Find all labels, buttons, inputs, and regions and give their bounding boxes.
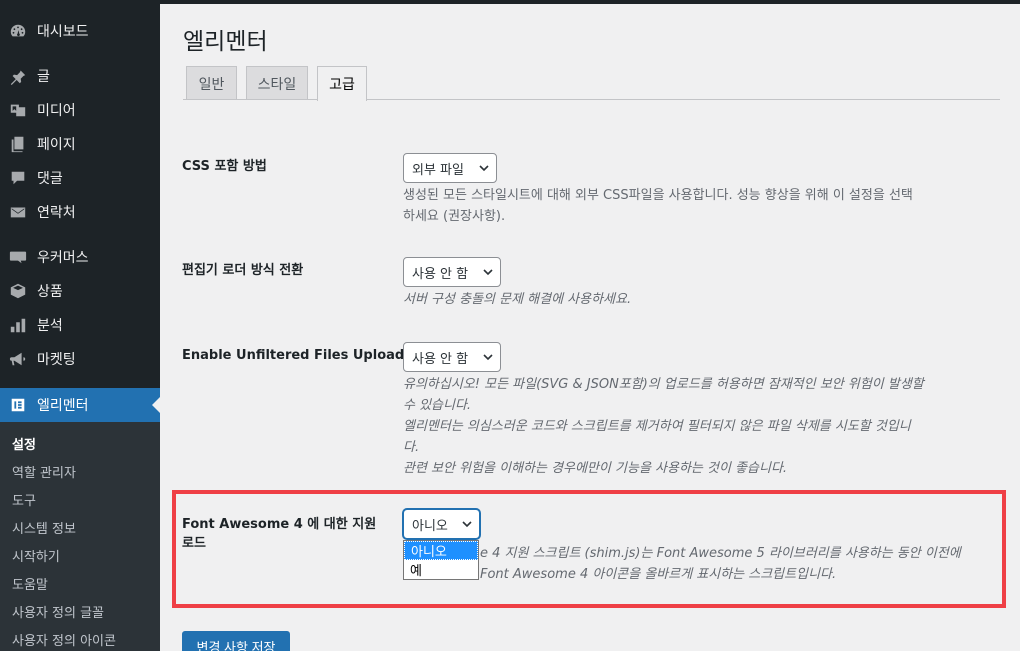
select-value: 아니오 <box>412 518 448 534</box>
sidebar-item-marketing[interactable]: 마켓팅 <box>0 342 160 376</box>
tab-divider <box>183 99 1000 100</box>
comment-icon <box>8 168 28 188</box>
mail-icon <box>8 202 28 222</box>
tab-style[interactable]: 스타일 <box>246 66 308 100</box>
chevron-down-icon <box>479 165 489 172</box>
elementor-submenu: 설정 역할 관리자 도구 시스템 정보 시작하기 도움말 사용자 정의 글꼴 사… <box>0 422 160 651</box>
save-changes-button[interactable]: 변경 사항 저장 <box>182 631 290 651</box>
sidebar-item-label: 우커머스 <box>37 250 89 266</box>
sidebar-item-comments[interactable]: 댓글 <box>0 161 160 195</box>
font-awesome-4-label: Font Awesome 4 에 대한 지원 로드 <box>182 517 377 551</box>
font-awesome-4-dropdown: 아니오 예 <box>403 540 479 580</box>
tab-general[interactable]: 일반 <box>186 66 237 100</box>
editor-loader-select[interactable]: 사용 안 함 <box>403 257 501 287</box>
dropdown-option-no[interactable]: 아니오 <box>404 541 478 560</box>
sidebar-item-label: 미디어 <box>37 103 76 119</box>
dashboard-icon <box>8 21 28 41</box>
sidebar-item-label: 분석 <box>37 318 63 334</box>
editor-loader-label: 편집기 로더 방식 전환 <box>182 263 304 278</box>
dropdown-option-yes[interactable]: 예 <box>404 560 478 579</box>
css-print-method-label: CSS 포함 방법 <box>182 159 267 174</box>
sidebar-item-label: 페이지 <box>37 137 76 153</box>
sidebar-item-woocommerce[interactable]: 우커머스 <box>0 240 160 274</box>
sidebar-item-products[interactable]: 상품 <box>0 274 160 308</box>
elementor-icon <box>8 395 28 415</box>
sidebar-item-analytics[interactable]: 분석 <box>0 308 160 342</box>
sidebar-item-label: 엘리멘터 <box>37 398 89 414</box>
select-value: 외부 파일 <box>412 162 464 178</box>
sidebar-item-label: 글 <box>37 69 50 85</box>
css-print-method-select[interactable]: 외부 파일 <box>403 153 497 183</box>
sidebar-item-media[interactable]: 미디어 <box>0 93 160 127</box>
submenu-item-system-info[interactable]: 시스템 정보 <box>12 518 76 537</box>
unfiltered-uploads-desc: 유의하십시오! 모든 파일(SVG & JSON포함)의 업로드를 허용하면 잠… <box>403 377 924 476</box>
pin-icon <box>8 66 28 86</box>
sidebar-item-label: 대시보드 <box>37 24 89 40</box>
chevron-down-icon <box>462 521 472 528</box>
media-icon <box>8 100 28 120</box>
editor-loader-desc: 서버 구성 충돌의 문제 해결에 사용하세요. <box>403 292 632 307</box>
unfiltered-uploads-select[interactable]: 사용 안 함 <box>403 342 501 372</box>
admin-sidebar: 대시보드 글 미디어 페이지 댓글 연락처 우커머스 상품 분석 마켓팅 엘리멘… <box>0 0 160 651</box>
box-icon <box>8 281 28 301</box>
chevron-down-icon <box>483 269 493 276</box>
unfiltered-uploads-label: Enable Unfiltered Files Uploads <box>182 348 412 363</box>
submenu-item-custom-icons[interactable]: 사용자 정의 아이콘 <box>12 630 116 649</box>
main-content: 엘리멘터 일반 스타일 고급 CSS 포함 방법 외부 파일 생성된 모든 스타… <box>160 4 1020 651</box>
select-value: 사용 안 함 <box>412 351 469 367</box>
page-icon <box>8 134 28 154</box>
sidebar-item-posts[interactable]: 글 <box>0 59 160 93</box>
active-indicator <box>152 397 160 413</box>
megaphone-icon <box>8 349 28 369</box>
sidebar-item-label: 마켓팅 <box>37 352 76 368</box>
tab-advanced[interactable]: 고급 <box>317 66 367 101</box>
font-awesome-4-select[interactable]: 아니오 <box>403 509 480 539</box>
bar-chart-icon <box>8 315 28 335</box>
sidebar-item-contact[interactable]: 연락처 <box>0 195 160 229</box>
font-awesome-4-desc: e 4 지원 스크립트 (shim.js)는 Font Awesome 5 라이… <box>480 546 961 582</box>
sidebar-item-pages[interactable]: 페이지 <box>0 127 160 161</box>
submenu-item-role-manager[interactable]: 역할 관리자 <box>12 462 76 481</box>
sidebar-item-label: 댓글 <box>37 171 63 187</box>
sidebar-item-dashboard[interactable]: 대시보드 <box>0 14 160 48</box>
submenu-item-getting-started[interactable]: 시작하기 <box>12 546 60 565</box>
chevron-down-icon <box>483 354 493 361</box>
css-print-method-desc: 생성된 모든 스타일시트에 대해 외부 CSS파일을 사용합니다. 성능 향상을… <box>403 188 913 224</box>
sidebar-item-label: 상품 <box>37 284 63 300</box>
submenu-item-tools[interactable]: 도구 <box>12 490 36 509</box>
sidebar-item-elementor[interactable]: 엘리멘터 <box>0 388 160 422</box>
submenu-item-help[interactable]: 도움말 <box>12 574 48 593</box>
page-title: 엘리멘터 <box>183 29 268 55</box>
woo-icon <box>8 247 28 267</box>
submenu-item-custom-fonts[interactable]: 사용자 정의 글꼴 <box>12 602 104 621</box>
sidebar-item-label: 연락처 <box>37 205 76 221</box>
select-value: 사용 안 함 <box>412 266 469 282</box>
submenu-item-settings[interactable]: 설정 <box>12 434 36 453</box>
